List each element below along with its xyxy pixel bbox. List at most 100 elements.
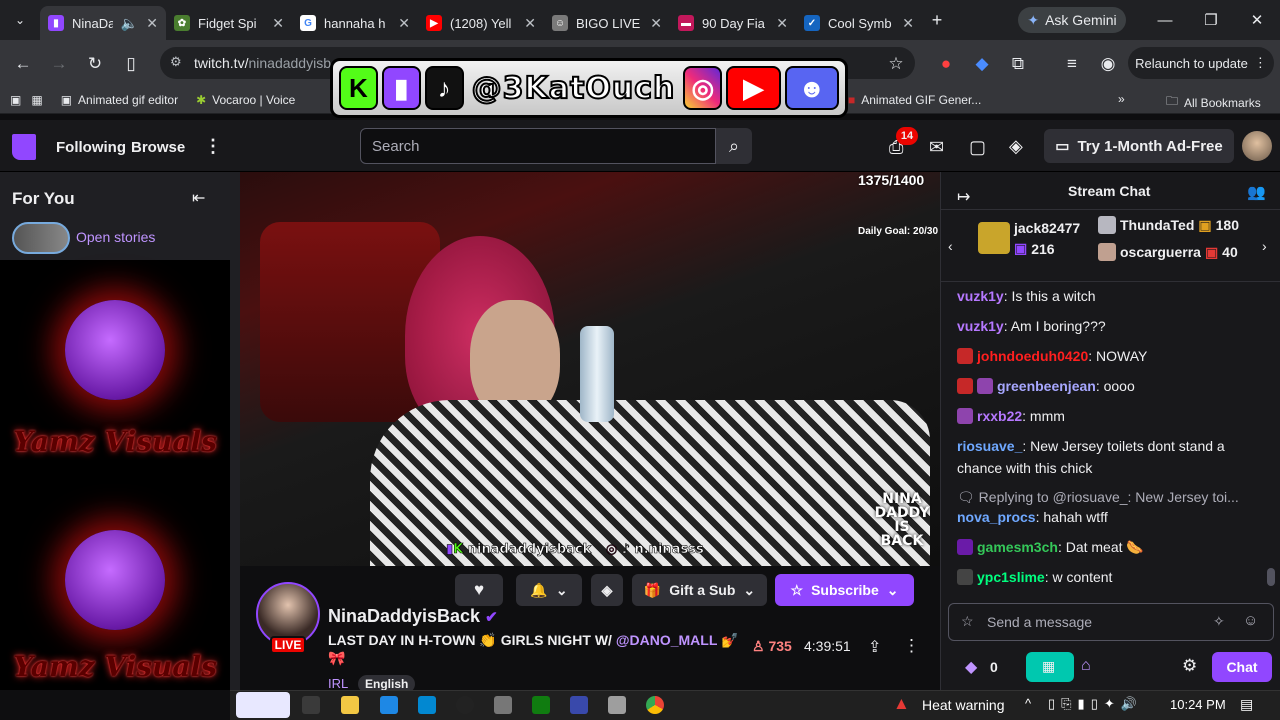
edge-icon[interactable] bbox=[418, 696, 436, 714]
browser-tab-2[interactable]: G hannaha h ✕ bbox=[292, 6, 418, 40]
profile-icon[interactable]: ◉ bbox=[1096, 52, 1120, 76]
prediction-icon[interactable]: ⌂ bbox=[1081, 657, 1091, 675]
send-chat-button[interactable]: Chat bbox=[1212, 652, 1272, 682]
gifter-1[interactable]: ThundaTed ▣ 180 bbox=[1098, 216, 1239, 234]
site-info-icon[interactable]: ⚙ bbox=[170, 54, 182, 70]
hype-button[interactable]: ▦ bbox=[1026, 652, 1074, 682]
ask-gemini-button[interactable]: ✦ Ask Gemini bbox=[1018, 7, 1126, 33]
side-panel-icon[interactable]: ▯ bbox=[119, 52, 143, 76]
follow-heart-button[interactable]: ♥ bbox=[455, 574, 503, 606]
close-tab-icon[interactable]: ✕ bbox=[650, 15, 662, 32]
notifications-icon[interactable]: ✉ bbox=[929, 137, 944, 158]
user-avatar[interactable] bbox=[1242, 131, 1272, 161]
store-icon[interactable] bbox=[380, 696, 398, 714]
browser-tab-1[interactable]: ✿ Fidget Spi ✕ bbox=[166, 6, 292, 40]
search-input[interactable]: Search bbox=[360, 128, 716, 164]
tray-chevron-icon[interactable]: ^ bbox=[1025, 696, 1031, 711]
back-arrow-icon[interactable]: ← bbox=[11, 52, 35, 76]
app-gray-icon[interactable] bbox=[608, 696, 626, 714]
chat-username[interactable]: riosuave_ bbox=[957, 438, 1022, 454]
bookmark-1[interactable]: ✱ Vocaroo | Voice bbox=[196, 93, 295, 107]
prime-crown-icon[interactable]: ◈ bbox=[1009, 136, 1023, 157]
extension-red-icon[interactable]: ● bbox=[934, 52, 958, 76]
emote-picker-icon[interactable]: ☺ bbox=[1243, 612, 1258, 629]
sparkle-icon[interactable]: ✧ bbox=[1213, 613, 1225, 630]
restore-window-icon[interactable]: ❐ bbox=[1188, 0, 1234, 40]
bookmark-0[interactable]: ▣ Animated gif editor bbox=[61, 93, 178, 107]
prime-button[interactable]: ◈ bbox=[591, 574, 623, 606]
xbox-icon[interactable] bbox=[532, 696, 550, 714]
close-window-icon[interactable]: ✕ bbox=[1234, 0, 1280, 40]
chat-username[interactable]: gamesm3ch bbox=[977, 539, 1058, 555]
chat-settings-gear-icon[interactable]: ⚙ bbox=[1182, 656, 1197, 676]
chat-username[interactable]: johndoeduh0420 bbox=[977, 348, 1088, 364]
notification-center-icon[interactable]: ▤ bbox=[1240, 696, 1253, 713]
twitch-logo-icon[interactable] bbox=[12, 134, 36, 160]
nav-following[interactable]: Following bbox=[56, 139, 126, 156]
speaker-icon[interactable]: 🔈 bbox=[121, 15, 138, 32]
chat-username[interactable]: vuzk1y bbox=[957, 318, 1004, 334]
chat-username[interactable]: greenbeenjean bbox=[997, 378, 1096, 394]
close-tab-icon[interactable]: ✕ bbox=[272, 15, 284, 32]
bookmark-2[interactable]: ■ Animated GIF Gener... bbox=[848, 93, 981, 107]
browser-tab-6[interactable]: ✓ Cool Symb ✕ bbox=[796, 6, 922, 40]
task-view-icon[interactable] bbox=[302, 696, 320, 714]
reload-icon[interactable]: ↻ bbox=[83, 52, 107, 76]
channel-name[interactable]: NinaDaddyisBack ✔ bbox=[328, 606, 498, 627]
gift-a-sub-button[interactable]: 🎁 Gift a Sub ⌄ bbox=[632, 574, 767, 606]
extensions-puzzle-icon[interactable]: ⧉ bbox=[1006, 52, 1030, 76]
relaunch-button[interactable]: Relaunch to update ⋮ bbox=[1128, 47, 1274, 79]
close-tab-icon[interactable]: ✕ bbox=[902, 15, 914, 32]
heat-warning-text[interactable]: Heat warning bbox=[922, 697, 1005, 713]
new-tab-icon[interactable]: + bbox=[922, 10, 952, 31]
close-tab-icon[interactable]: ✕ bbox=[524, 15, 536, 32]
sidebar-scrollbar[interactable] bbox=[230, 172, 240, 690]
tab-search-chevron-icon[interactable]: ⌄ bbox=[0, 13, 40, 27]
browser-tab-0[interactable]: ▮ NinaDa 🔈 ✕ bbox=[40, 6, 166, 40]
category-link[interactable]: IRL bbox=[328, 676, 348, 691]
notification-bell-button[interactable]: 🔔 ⌄ bbox=[516, 574, 582, 606]
browser-tab-5[interactable]: ▬ 90 Day Fia ✕ bbox=[670, 6, 796, 40]
all-bookmarks-folder[interactable]: 🗀 All Bookmarks bbox=[1166, 92, 1261, 113]
search-button[interactable]: ⌕ bbox=[716, 128, 752, 164]
prev-chevron-icon[interactable]: ‹ bbox=[948, 238, 953, 254]
bits-icon[interactable]: ☆ bbox=[961, 613, 974, 630]
file-explorer-icon[interactable] bbox=[341, 696, 359, 714]
close-tab-icon[interactable]: ✕ bbox=[146, 15, 158, 32]
chat-username[interactable]: vuzk1y bbox=[957, 288, 1004, 304]
more-dots-icon[interactable]: ⋮ bbox=[204, 136, 222, 157]
close-tab-icon[interactable]: ✕ bbox=[776, 15, 788, 32]
chat-username[interactable]: rxxb22 bbox=[977, 408, 1022, 424]
stream-title-mention[interactable]: @DANO_MALL bbox=[616, 632, 717, 648]
channel-points-icon[interactable]: ◆ bbox=[965, 657, 977, 677]
chat-input[interactable]: ☆ Send a message ✧ ☺ bbox=[948, 603, 1274, 641]
stories-avatars[interactable] bbox=[12, 222, 70, 254]
more-options-icon[interactable]: ⋮ bbox=[903, 636, 920, 656]
tray-icons[interactable]: ▯⎘▮▯✦🔊 bbox=[1048, 696, 1143, 712]
community-icon[interactable]: 👥 bbox=[1247, 183, 1266, 201]
open-stories-link[interactable]: Open stories bbox=[76, 229, 155, 245]
forward-arrow-icon[interactable]: → bbox=[47, 52, 71, 76]
next-chevron-icon[interactable]: › bbox=[1262, 238, 1267, 254]
app-blue-icon[interactable] bbox=[570, 696, 588, 714]
minimize-window-icon[interactable]: — bbox=[1142, 0, 1188, 40]
browser-tab-3[interactable]: ▶ (1208) Yell ✕ bbox=[418, 6, 544, 40]
bookmark-star-icon[interactable]: ☆ bbox=[884, 52, 908, 76]
chat-scrollbar[interactable] bbox=[1267, 568, 1275, 586]
apps-icon[interactable]: ▣ bbox=[10, 93, 21, 107]
ad-free-button[interactable]: ▭ Try 1-Month Ad-Free bbox=[1044, 129, 1234, 163]
app-icon[interactable] bbox=[494, 696, 512, 714]
share-icon[interactable]: ⇪ bbox=[868, 637, 881, 657]
extension-blue-icon[interactable]: ◆ bbox=[970, 52, 994, 76]
nav-browse[interactable]: Browse bbox=[131, 139, 185, 156]
close-tab-icon[interactable]: ✕ bbox=[398, 15, 410, 32]
browser-tab-4[interactable]: ☺ BIGO LIVE ✕ bbox=[544, 6, 670, 40]
collapse-sidebar-icon[interactable]: ⇤ bbox=[192, 188, 205, 208]
media-controls-icon[interactable]: ≡ bbox=[1060, 52, 1084, 76]
more-bookmarks-chevron-icon[interactable]: » bbox=[1118, 92, 1125, 106]
gifter-2[interactable]: oscarguerra ▣ 40 bbox=[1098, 243, 1238, 261]
taskbar-clock[interactable]: 10:24 PM bbox=[1170, 697, 1226, 712]
whispers-icon[interactable]: ▢ bbox=[969, 137, 986, 158]
chat-username[interactable]: ypc1slime bbox=[977, 569, 1045, 585]
widgets-icon[interactable] bbox=[236, 692, 290, 718]
